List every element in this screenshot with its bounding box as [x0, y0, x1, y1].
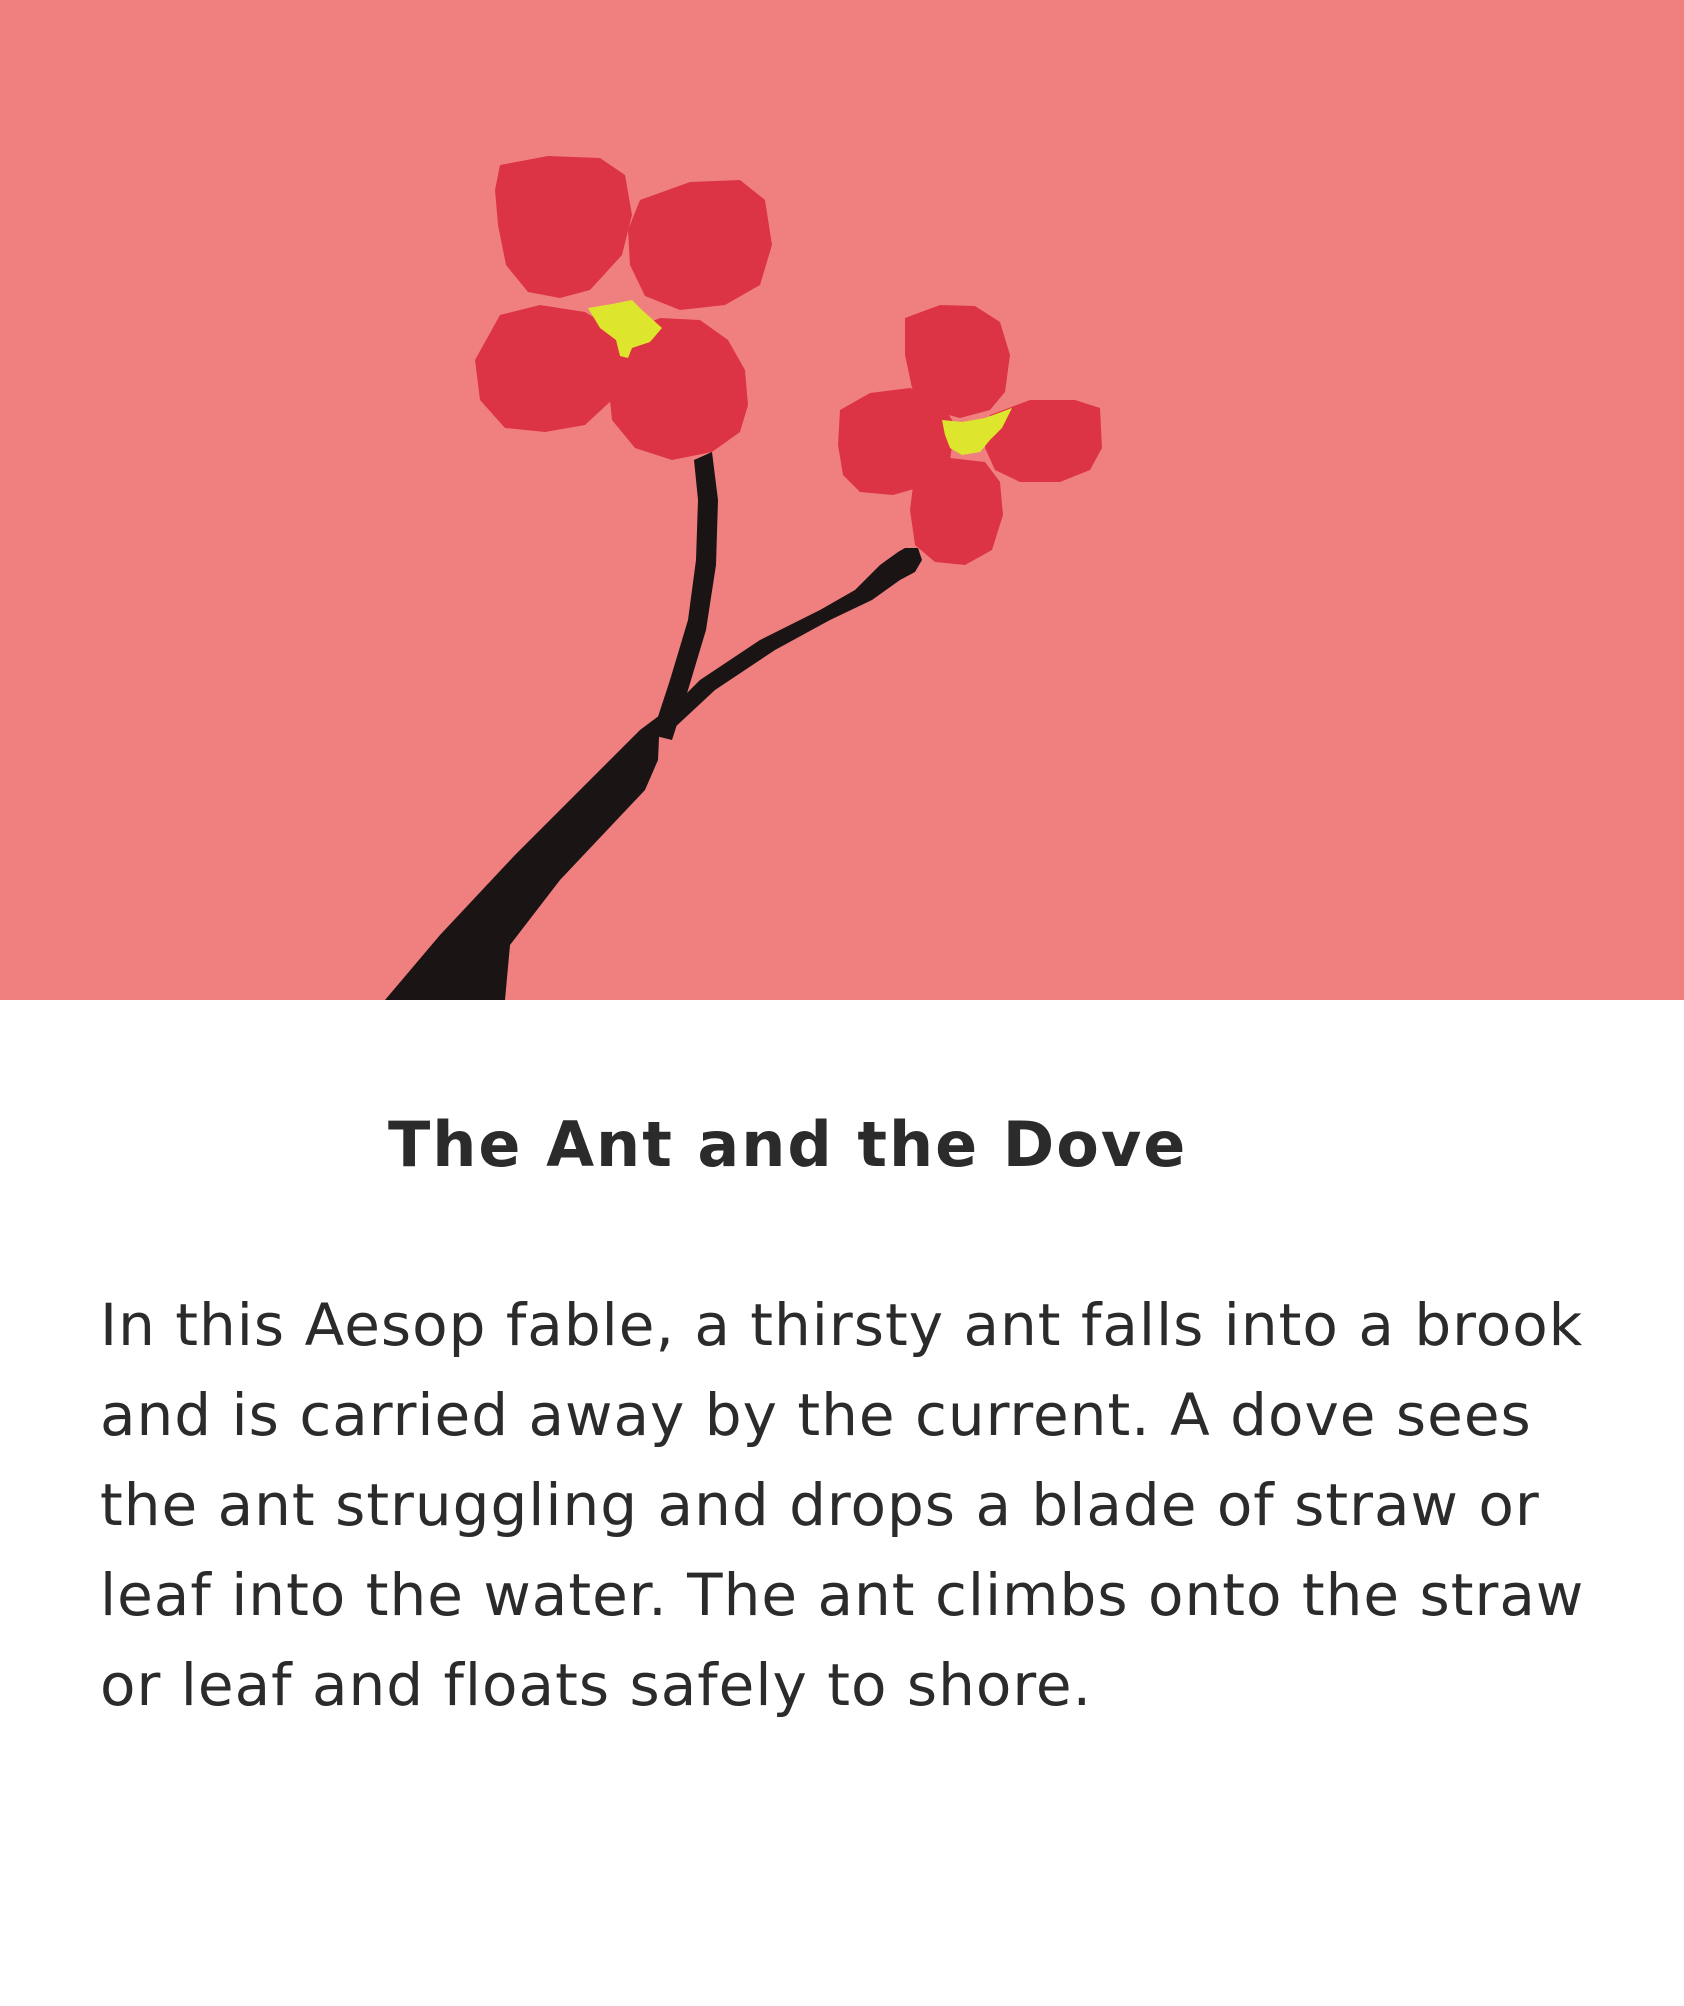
story-title: The Ant and the Dove [388, 1108, 1188, 1181]
illustration-background [0, 0, 1684, 1000]
flower-illustration [0, 0, 1684, 1000]
story-paragraph: In this Aesop fable, a thirsty ant falls… [100, 1291, 1585, 1719]
small-flower-petal-bottom [910, 458, 1003, 565]
